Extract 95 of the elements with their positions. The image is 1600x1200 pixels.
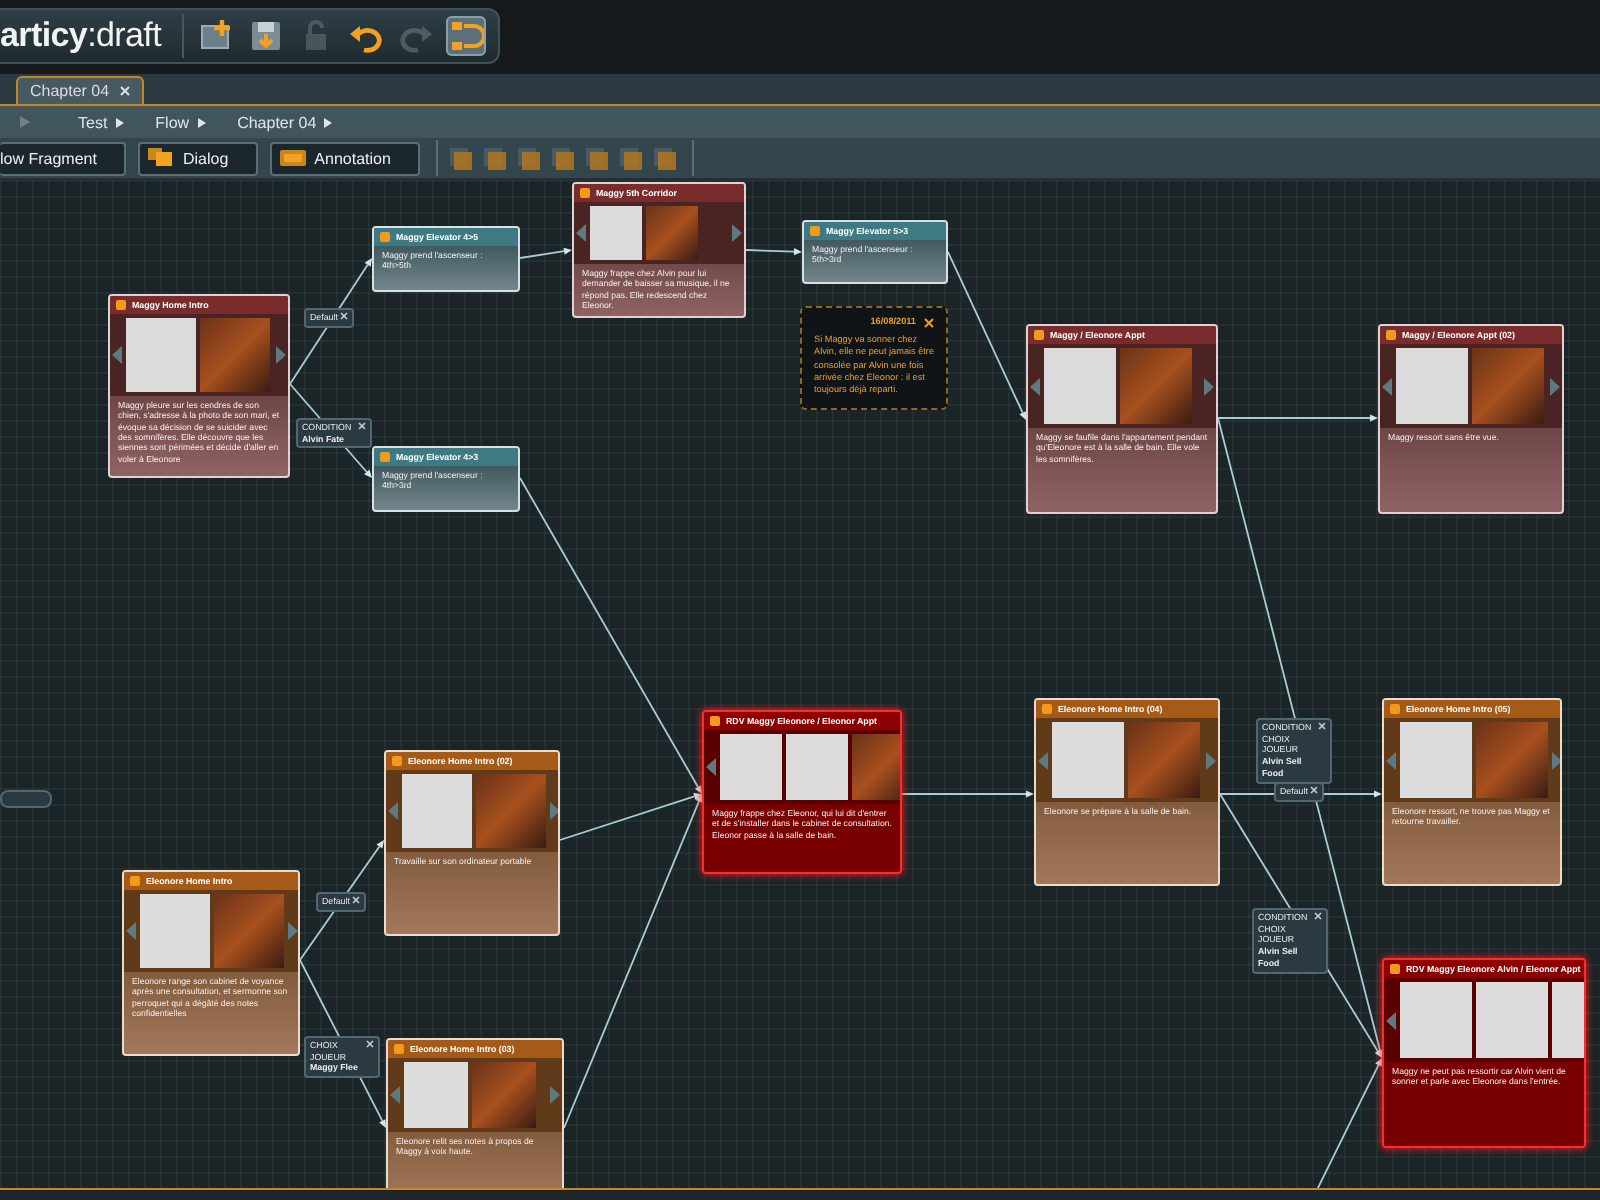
plus-icon <box>197 18 234 54</box>
photo-placeholder <box>472 1062 536 1128</box>
triangle-left-icon[interactable] <box>112 346 122 364</box>
square-icon <box>116 300 126 310</box>
photo-placeholder <box>1476 722 1548 798</box>
palette-button[interactable]: Annotation <box>270 141 421 175</box>
tab[interactable]: Chapter 04 <box>16 76 144 104</box>
triangle-left-icon[interactable] <box>1386 1011 1396 1029</box>
portrait-placeholder <box>590 206 642 260</box>
square-icon <box>580 188 590 198</box>
triangle-left-icon[interactable] <box>1030 377 1040 395</box>
palette-button[interactable]: Dialog <box>138 141 259 175</box>
photo-placeholder <box>1120 348 1192 424</box>
photo-placeholder <box>852 734 900 800</box>
connector-arrow <box>901 790 1034 798</box>
triangle-right-icon[interactable] <box>1204 377 1214 395</box>
portrait-placeholder <box>1400 982 1472 1058</box>
photo-placeholder <box>1472 348 1544 424</box>
triangle-right-icon[interactable] <box>276 346 286 364</box>
square-icon <box>394 1044 404 1054</box>
stacked-squares-icon[interactable] <box>450 147 473 169</box>
note-icon <box>280 148 307 168</box>
connector-arrow <box>745 248 802 256</box>
portrait-placeholder <box>1396 348 1468 424</box>
stacked-squares-icon[interactable] <box>654 147 677 169</box>
portrait-placeholder <box>1400 722 1472 798</box>
triangle-left-icon[interactable] <box>1382 377 1392 395</box>
square-icon <box>1390 964 1400 974</box>
square-icon <box>1386 330 1396 340</box>
triangle-right-icon[interactable] <box>288 922 298 940</box>
portrait-placeholder <box>720 734 782 800</box>
square-icon <box>810 226 820 236</box>
portrait-placeholder <box>786 734 848 800</box>
breadcrumb-item[interactable]: Test <box>78 113 124 131</box>
caret-icon <box>197 117 206 127</box>
triangle-left-icon[interactable] <box>1038 751 1048 769</box>
square-icon <box>130 876 140 886</box>
stacked-squares-icon[interactable] <box>484 147 507 169</box>
portrait-placeholder <box>126 318 196 392</box>
triangle-right-icon[interactable] <box>1552 751 1560 769</box>
caret-icon <box>115 117 124 127</box>
triangle-right-icon[interactable] <box>550 802 558 820</box>
triangle-right-icon[interactable] <box>1206 751 1216 769</box>
breadcrumb-item[interactable]: Flow <box>155 113 206 131</box>
close-icon[interactable] <box>339 312 348 320</box>
portrait-placeholder <box>1044 348 1116 424</box>
stacked-squares-icon[interactable] <box>586 147 609 169</box>
photo-placeholder <box>1128 722 1200 798</box>
breadcrumb-item[interactable]: Chapter 04 <box>237 113 333 131</box>
app-logo: articy:draft <box>0 16 164 56</box>
square-icon <box>380 232 390 242</box>
photo-placeholder <box>200 318 270 392</box>
square-icon <box>1034 330 1044 340</box>
square-icon <box>380 452 390 462</box>
close-icon[interactable] <box>366 1040 374 1048</box>
triangle-left-icon[interactable] <box>388 802 398 820</box>
close-icon[interactable] <box>358 422 366 430</box>
square-icon <box>1042 704 1052 714</box>
triangle-left-icon[interactable] <box>390 1086 400 1104</box>
square-icon <box>392 756 402 766</box>
close-icon[interactable] <box>351 896 360 904</box>
close-icon[interactable] <box>1314 912 1322 920</box>
close-icon[interactable] <box>1318 722 1326 730</box>
triangle-left-icon[interactable] <box>126 922 136 940</box>
close-icon[interactable] <box>119 86 130 96</box>
toolbar-button[interactable] <box>445 16 486 56</box>
flow-icon <box>447 18 484 54</box>
portrait-placeholder <box>404 1062 468 1128</box>
caret-icon[interactable] <box>20 116 30 128</box>
square-icon <box>710 716 720 726</box>
connector-arrow <box>519 247 572 259</box>
portrait-placeholder <box>402 774 472 848</box>
triangle-right-icon[interactable] <box>1550 377 1560 395</box>
stacked-squares-icon[interactable] <box>518 147 541 169</box>
triangle-right-icon[interactable] <box>550 1086 560 1104</box>
palette-button[interactable]: low Fragment <box>0 141 127 175</box>
stacked-squares-icon[interactable] <box>552 147 575 169</box>
close-icon[interactable] <box>1309 786 1318 794</box>
triangle-left-icon[interactable] <box>1386 751 1396 769</box>
triangle-left-icon[interactable] <box>706 758 716 776</box>
caret-icon <box>324 117 333 127</box>
stacked-squares-icon[interactable] <box>620 147 643 169</box>
triangle-left-icon[interactable] <box>576 224 586 242</box>
triangle-right-icon[interactable] <box>732 224 742 242</box>
portrait-placeholder <box>140 894 210 968</box>
collapse-handle[interactable] <box>0 790 52 808</box>
square-icon <box>1390 704 1400 714</box>
flow-node[interactable] <box>108 294 290 478</box>
speech-bubble-icon <box>148 148 175 168</box>
photo-placeholder <box>214 894 284 968</box>
photo-placeholder <box>476 774 546 848</box>
portrait-placeholder <box>1476 982 1548 1058</box>
close-icon[interactable] <box>924 317 934 328</box>
photo-placeholder <box>646 206 698 260</box>
portrait-placeholder <box>1052 722 1124 798</box>
